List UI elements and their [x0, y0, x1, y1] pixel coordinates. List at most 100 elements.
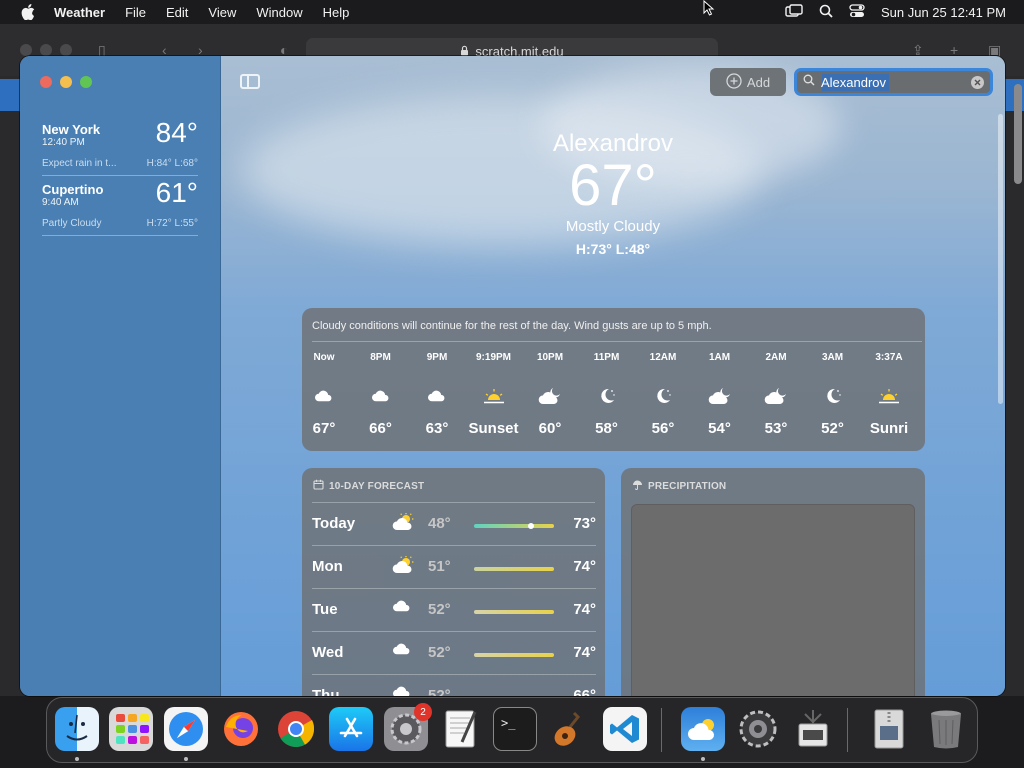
forecast-day: Wed — [312, 644, 344, 661]
firefox-icon[interactable] — [219, 707, 263, 751]
hourly-temp: 60° — [538, 420, 562, 437]
menu-app-name[interactable]: Weather — [54, 5, 105, 20]
forecast-high: 73° — [573, 515, 596, 532]
add-label: Add — [746, 74, 771, 90]
hourly-temp: 52° — [821, 420, 844, 437]
archive-utility-icon[interactable] — [867, 707, 911, 751]
hourly-item: 3AM 52° — [805, 352, 861, 437]
main-content: Add Alexandrov 67° Mostly Cloudy H:73° L… — [221, 56, 1005, 696]
main-scrollbar[interactable] — [998, 114, 1003, 404]
sunrise-icon — [861, 380, 917, 412]
safari-icon[interactable] — [164, 707, 208, 751]
forecast-low: 52° — [428, 644, 451, 661]
apple-menu-icon[interactable] — [18, 4, 38, 20]
sidebar-city-cupertino[interactable]: Cupertino 9:40 AM 61° Partly Cloudy H:72… — [42, 177, 198, 236]
hourly-summary: Cloudy conditions will continue for the … — [312, 320, 712, 332]
close-button[interactable] — [40, 76, 52, 88]
weather-window: New York 12:40 PM 84° Expect rain in t..… — [20, 56, 1005, 696]
menubar-clock[interactable]: Sun Jun 25 12:41 PM — [881, 5, 1006, 20]
chrome-icon[interactable] — [274, 707, 318, 751]
safari-close-dot[interactable] — [20, 44, 32, 56]
running-indicator — [184, 757, 188, 761]
search-field[interactable] — [794, 68, 993, 96]
city-temp: 61° — [155, 177, 198, 208]
textedit-icon[interactable] — [439, 707, 483, 751]
hourly-time: 3:37A — [875, 352, 903, 363]
forecast-row[interactable]: Wed 52° 74° — [312, 632, 596, 675]
finder-icon[interactable] — [55, 707, 99, 751]
forecast-row[interactable]: Mon 51° 74° — [312, 546, 596, 589]
safari-zoom-dot[interactable] — [60, 44, 72, 56]
forecast-row[interactable]: Today 48° 73° — [312, 503, 596, 546]
search-icon — [803, 73, 815, 91]
forecast-row[interactable]: Tue 52° 74° — [312, 589, 596, 632]
hourly-temp: 66° — [369, 420, 392, 437]
vscode-icon[interactable] — [603, 707, 647, 751]
temperature-range-bar — [474, 653, 554, 657]
hourly-temp: 63° — [425, 420, 449, 437]
dock-separator — [661, 708, 662, 752]
notification-badge: 2 — [414, 703, 432, 721]
menu-help[interactable]: Help — [323, 5, 350, 20]
forecast-low: 52° — [428, 687, 451, 696]
zoom-button[interactable] — [80, 76, 92, 88]
terminal-icon[interactable]: >_ — [493, 707, 537, 751]
city-condition: Partly Cloudy — [42, 218, 102, 229]
search-input[interactable] — [821, 74, 971, 90]
menu-window[interactable]: Window — [256, 5, 302, 20]
current-temp-dot — [528, 523, 534, 529]
current-hilo: H:73° L:48° — [575, 241, 651, 257]
temperature-range-bar — [474, 524, 554, 528]
control-center-icon[interactable] — [849, 3, 865, 21]
forecast-row[interactable]: Thu 52° 66° — [312, 675, 596, 696]
hourly-time: 12AM — [649, 352, 677, 363]
forecast-high: 74° — [573, 601, 596, 618]
hourly-temp: 56° — [651, 420, 675, 437]
sidebar-toggle-icon[interactable] — [240, 74, 260, 89]
hourly-item: 1AM 54° — [692, 352, 748, 437]
sidebar-city-new-york[interactable]: New York 12:40 PM 84° Expect rain in t..… — [42, 117, 198, 176]
current-temp: 67° — [569, 153, 657, 218]
hourly-temp: 67° — [312, 420, 336, 437]
screen-mirroring-icon[interactable] — [785, 3, 803, 21]
hourly-item: 10PM 60° — [522, 352, 578, 437]
hourly-time: 1AM — [708, 352, 731, 363]
forecast-high: 66° — [573, 687, 596, 696]
settings-icon[interactable] — [736, 707, 780, 751]
garageband-icon[interactable] — [548, 707, 592, 751]
minimize-button[interactable] — [60, 76, 72, 88]
add-location-button[interactable]: Add — [710, 68, 786, 96]
safari-scrollbar[interactable] — [1014, 84, 1022, 184]
city-hilo: H:72° L:55° — [146, 218, 198, 229]
weather-icon[interactable] — [681, 707, 725, 751]
cloudy-night-icon — [748, 380, 804, 412]
menu-edit[interactable]: Edit — [166, 5, 188, 20]
precipitation-header: PRECIPITATION — [632, 479, 726, 493]
cloudy-night-icon — [522, 380, 578, 412]
hourly-item: 12AM 56° — [635, 352, 691, 437]
forecast-high: 74° — [573, 558, 596, 575]
sidebar: New York 12:40 PM 84° Expect rain in t..… — [20, 56, 221, 696]
hourly-time: 3AM — [821, 352, 844, 363]
launchpad-icon[interactable] — [109, 707, 153, 751]
hourly-item: 9PM 63° — [409, 352, 465, 437]
forecast-low: 48° — [428, 515, 451, 532]
hourly-temp: Sunri — [869, 420, 909, 437]
safari-minimize-dot[interactable] — [40, 44, 52, 56]
precipitation-map[interactable] — [631, 504, 915, 696]
preview-icon[interactable] — [791, 707, 835, 751]
app-store-icon[interactable] — [329, 707, 373, 751]
trash-icon[interactable] — [924, 707, 968, 751]
menu-file[interactable]: File — [125, 5, 146, 20]
moon-icon — [805, 380, 861, 412]
running-indicator — [701, 757, 705, 761]
city-name: Cupertino — [42, 182, 104, 197]
cloud-icon — [302, 380, 352, 412]
forecast-day: Mon — [312, 558, 343, 575]
hourly-time: 9:19PM — [475, 352, 511, 363]
spotlight-search-icon[interactable] — [819, 4, 833, 21]
cloud-icon — [353, 380, 409, 412]
clear-search-icon[interactable] — [971, 76, 984, 89]
system-preferences-icon[interactable]: 2 — [384, 703, 432, 751]
menu-view[interactable]: View — [208, 5, 236, 20]
